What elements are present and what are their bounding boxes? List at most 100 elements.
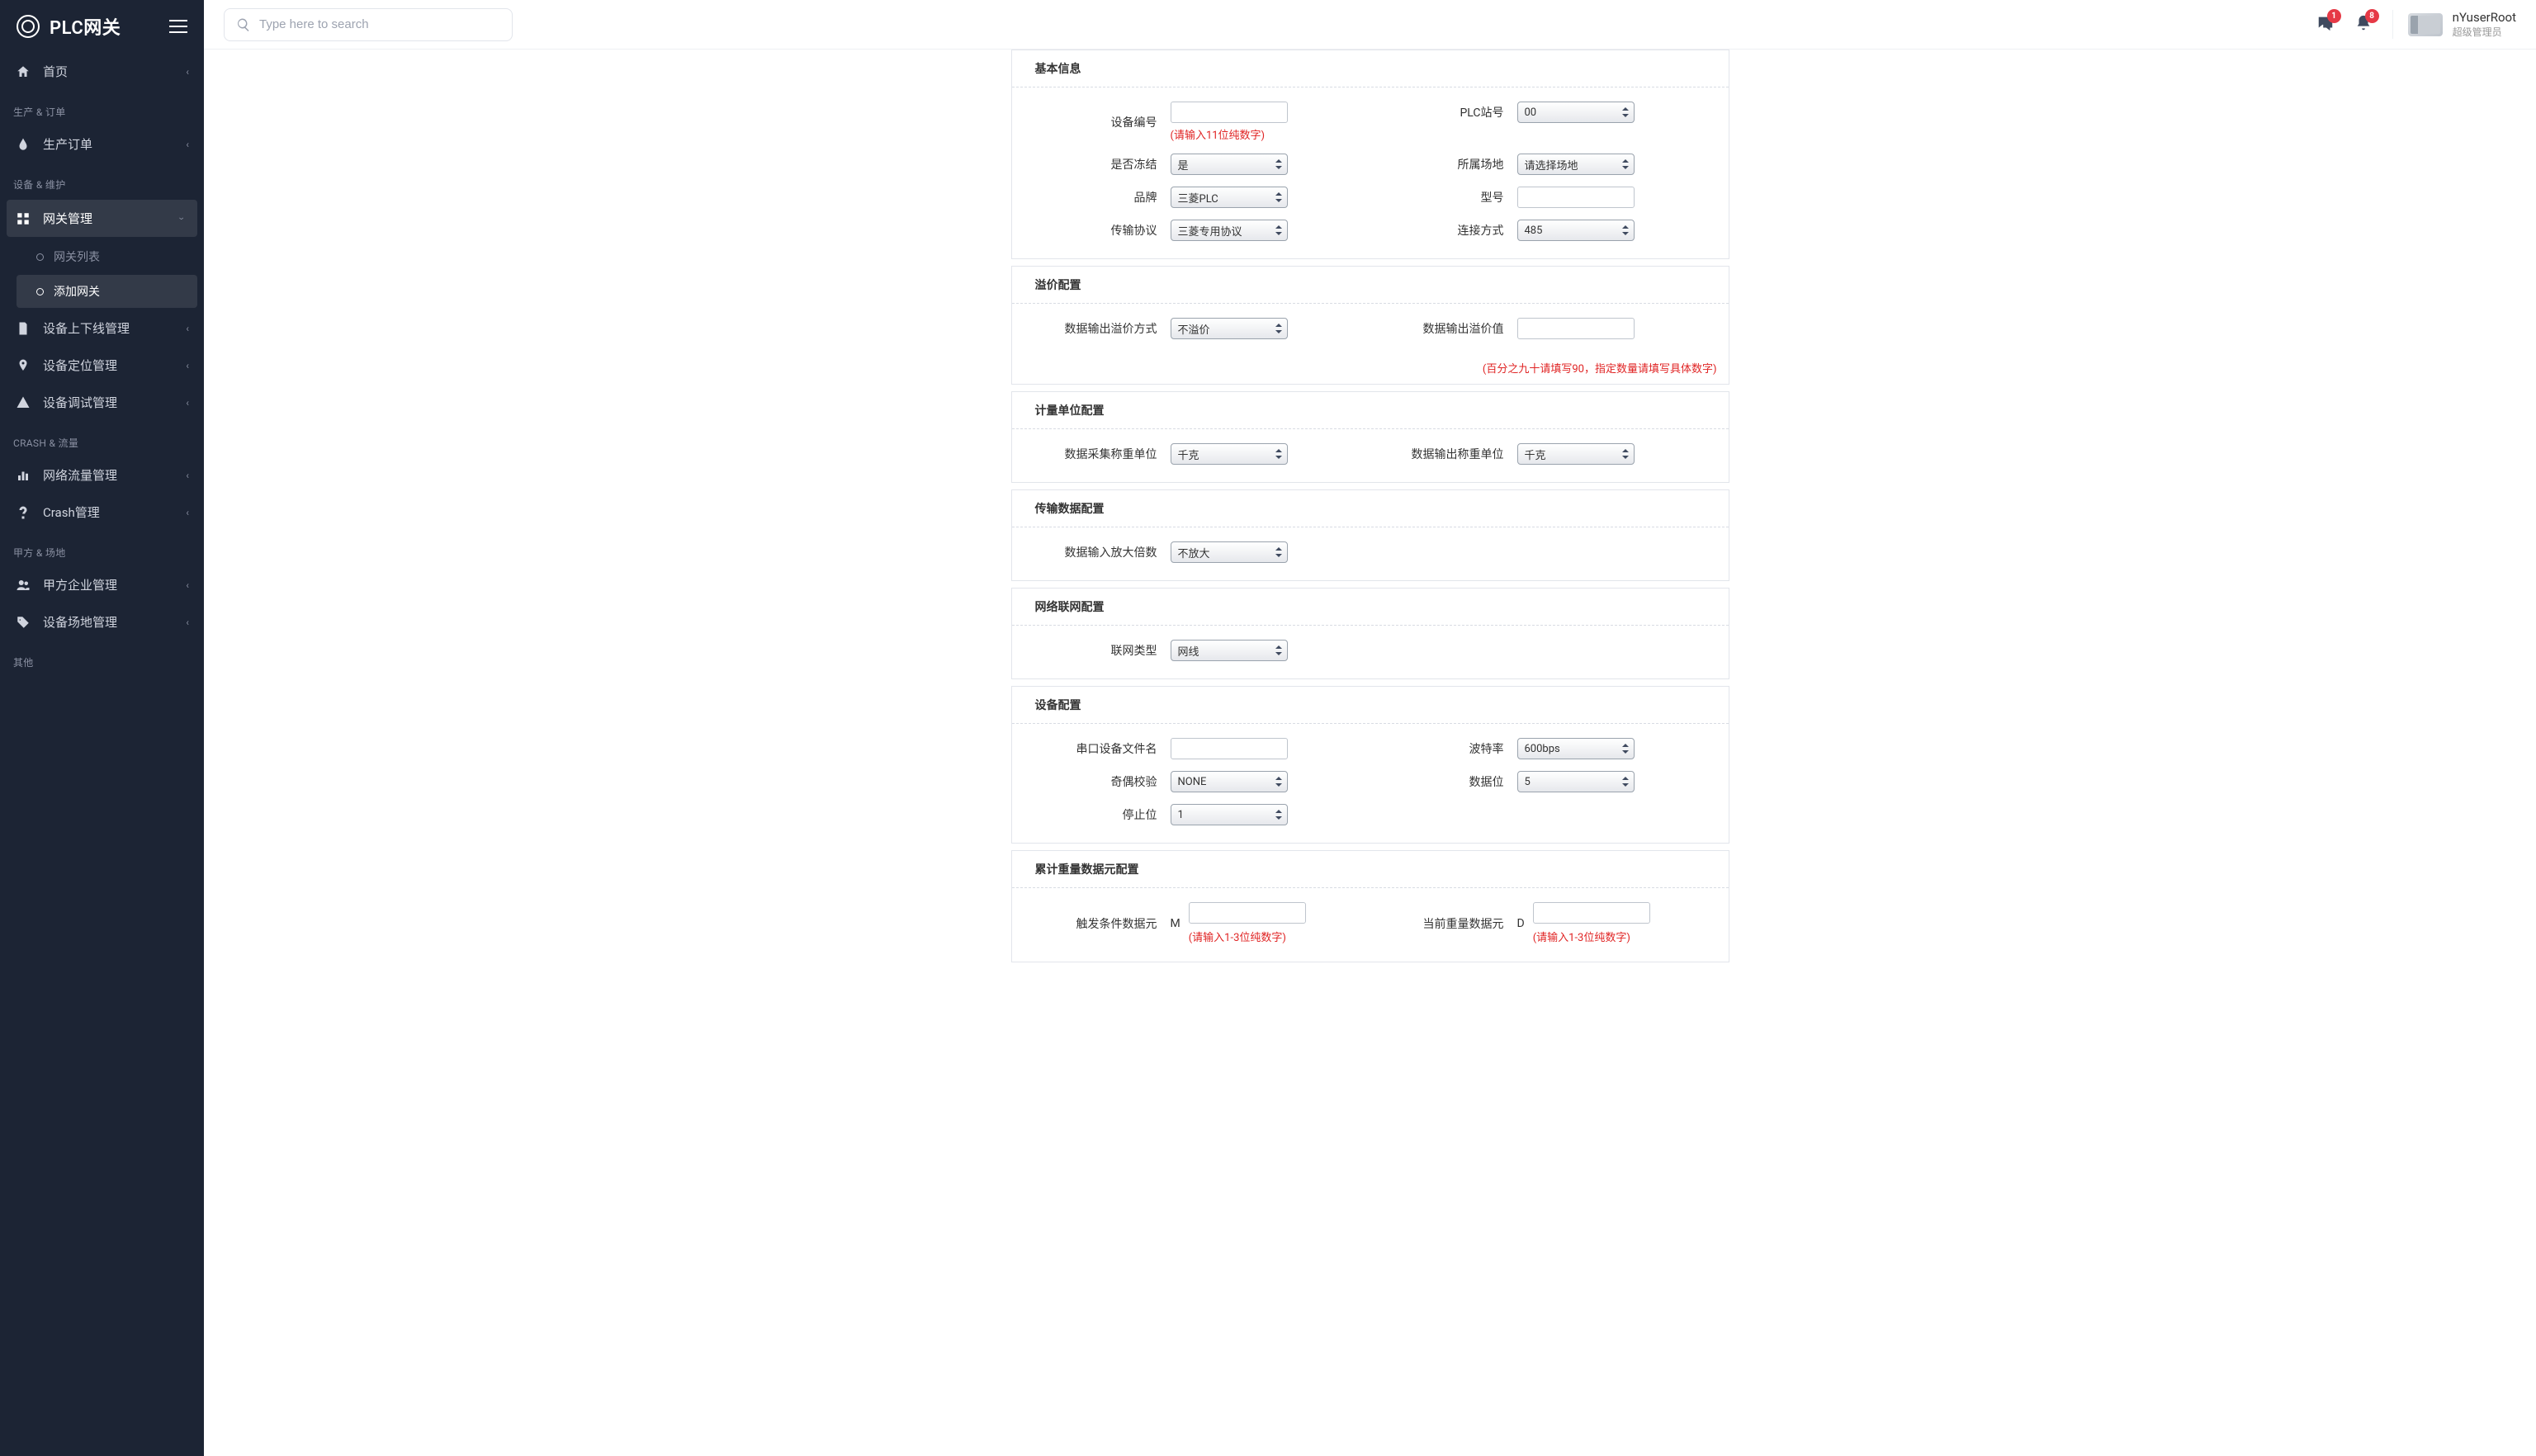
input-premium-value[interactable] [1517, 318, 1635, 339]
section-title: 基本信息 [1012, 50, 1729, 87]
question-icon [15, 504, 31, 521]
user-menu[interactable]: nYuserRoot 超级管理员 [2392, 10, 2516, 39]
chevron-left-icon: ‹ [186, 397, 189, 409]
home-icon [15, 64, 31, 80]
drop-icon [15, 136, 31, 153]
hamburger-icon[interactable] [169, 20, 187, 33]
sidebar-item-label: 甲方企业管理 [43, 576, 117, 593]
chevron-left-icon: ‹ [186, 360, 189, 371]
label-plc-station: PLC站号 [1370, 104, 1517, 121]
grid-icon [15, 210, 31, 227]
bell-notifications[interactable]: 8 [2354, 14, 2373, 35]
select-connect[interactable]: 485 [1517, 220, 1635, 241]
sidebar-item-label: 网关管理 [43, 210, 92, 227]
section-accum: 累计重量数据元配置 触发条件数据元 M (请输入1-3位纯数字) [1011, 850, 1729, 962]
section-unit: 计量单位配置 数据采集称重单位 千克 数据输出称重单位 千克 [1011, 391, 1729, 483]
sidebar-item-label: 设备定位管理 [43, 357, 117, 374]
chat-badge: 1 [2327, 9, 2341, 23]
hint-current: (请输入1-3位纯数字) [1533, 929, 1630, 944]
select-premium-mode[interactable]: 不溢价 [1171, 318, 1288, 339]
bell-badge: 8 [2365, 9, 2379, 23]
section-basic: 基本信息 设备编号 (请输入11位纯数字) PLC站号 [1011, 50, 1729, 259]
hint-trigger: (请输入1-3位纯数字) [1189, 929, 1286, 944]
sidebar-item-label: 设备调试管理 [43, 394, 117, 411]
chevron-down-icon: ‹ [175, 217, 187, 220]
sidebar-section-device: 设备 & 维护 [0, 163, 204, 198]
user-role: 超级管理员 [2453, 25, 2516, 39]
input-serial-file[interactable] [1171, 738, 1288, 759]
select-frozen[interactable]: 是 [1171, 154, 1288, 175]
label-device-no: 设备编号 [1024, 114, 1171, 130]
label-current: 当前重量数据元 [1370, 915, 1517, 932]
section-title: 累计重量数据元配置 [1012, 851, 1729, 888]
select-stop-bits[interactable]: 1 [1171, 804, 1288, 825]
label-serial-file: 串口设备文件名 [1024, 740, 1171, 757]
label-net-type: 联网类型 [1024, 642, 1171, 659]
sidebar-item-label: 首页 [43, 63, 68, 80]
input-device-no[interactable] [1171, 102, 1288, 123]
select-amplify[interactable]: 不放大 [1171, 541, 1288, 563]
chevron-left-icon: ‹ [186, 470, 189, 481]
select-protocol[interactable]: 三菱专用协议 [1171, 220, 1288, 241]
select-collect-unit[interactable]: 千克 [1171, 443, 1288, 465]
topbar: 1 8 nYuserRoot 超级管理员 [204, 0, 2536, 50]
select-site[interactable]: 请选择场地 [1517, 154, 1635, 175]
document-icon [15, 320, 31, 337]
label-collect-unit: 数据采集称重单位 [1024, 446, 1171, 462]
sidebar-item-label: Crash管理 [43, 503, 100, 521]
sidebar-item-home[interactable]: 首页 ‹ [0, 53, 204, 90]
input-trigger[interactable] [1189, 902, 1306, 924]
chevron-left-icon: ‹ [186, 617, 189, 628]
sidebar-item-traffic[interactable]: 网络流量管理 ‹ [0, 456, 204, 494]
sidebar-item-device-locate[interactable]: 设备定位管理 ‹ [0, 347, 204, 384]
label-model: 型号 [1370, 189, 1517, 206]
select-output-unit[interactable]: 千克 [1517, 443, 1635, 465]
select-baud[interactable]: 600bps [1517, 738, 1635, 759]
label-brand: 品牌 [1024, 189, 1171, 206]
sidebar-section-prod: 生产 & 订单 [0, 90, 204, 125]
input-current[interactable] [1533, 902, 1650, 924]
sidebar-subitem-gateway-add[interactable]: 添加网关 [17, 275, 197, 308]
sidebar-item-label: 网络流量管理 [43, 466, 117, 484]
label-output-unit: 数据输出称重单位 [1370, 446, 1517, 462]
section-title: 溢价配置 [1012, 267, 1729, 304]
search-input[interactable] [259, 17, 500, 31]
select-data-bits[interactable]: 5 [1517, 771, 1635, 792]
sidebar-item-label: 网关列表 [54, 248, 100, 265]
sidebar-item-label: 设备场地管理 [43, 613, 117, 631]
section-device: 设备配置 串口设备文件名 波特率 600bps [1011, 686, 1729, 844]
hint-premium-value: (百分之九十请填写90，指定数量请填写具体数字) [1483, 363, 1717, 376]
sidebar-submenu-gateway: 网关列表 添加网关 [0, 239, 204, 310]
select-plc-station[interactable]: 00 [1517, 102, 1635, 123]
sidebar-item-party-ent[interactable]: 甲方企业管理 ‹ [0, 566, 204, 603]
input-model[interactable] [1517, 187, 1635, 208]
sidebar-section-party: 甲方 & 场地 [0, 531, 204, 566]
avatar [2408, 13, 2443, 36]
sidebar-subitem-gateway-list[interactable]: 网关列表 [17, 240, 197, 273]
chat-notifications[interactable]: 1 [2316, 14, 2335, 35]
select-parity[interactable]: NONE [1171, 771, 1288, 792]
users-icon [15, 577, 31, 593]
sidebar: PLC网关 首页 ‹ 生产 & 订单 生产订单 ‹ 设备 & 维护 网关管理 ‹… [0, 0, 204, 1456]
sidebar-item-party-site[interactable]: 设备场地管理 ‹ [0, 603, 204, 641]
section-title: 设备配置 [1012, 687, 1729, 724]
sidebar-item-gateway-mgmt[interactable]: 网关管理 ‹ [7, 200, 197, 237]
select-net-type[interactable]: 网线 [1171, 640, 1288, 661]
sidebar-item-device-online[interactable]: 设备上下线管理 ‹ [0, 310, 204, 347]
hint-device-no: (请输入11位纯数字) [1171, 126, 1266, 142]
chevron-left-icon: ‹ [186, 139, 189, 150]
label-trigger: 触发条件数据元 [1024, 915, 1171, 932]
sidebar-item-device-debug[interactable]: 设备调试管理 ‹ [0, 384, 204, 421]
prefix-trigger: M [1171, 917, 1180, 930]
chevron-left-icon: ‹ [186, 66, 189, 78]
sidebar-item-prod-order[interactable]: 生产订单 ‹ [0, 125, 204, 163]
section-title: 计量单位配置 [1012, 392, 1729, 429]
label-amplify: 数据输入放大倍数 [1024, 544, 1171, 560]
search-box[interactable] [224, 8, 513, 41]
label-protocol: 传输协议 [1024, 222, 1171, 239]
bar-chart-icon [15, 467, 31, 484]
chevron-left-icon: ‹ [186, 507, 189, 518]
label-parity: 奇偶校验 [1024, 773, 1171, 790]
select-brand[interactable]: 三菱PLC [1171, 187, 1288, 208]
sidebar-item-crash[interactable]: Crash管理 ‹ [0, 494, 204, 531]
